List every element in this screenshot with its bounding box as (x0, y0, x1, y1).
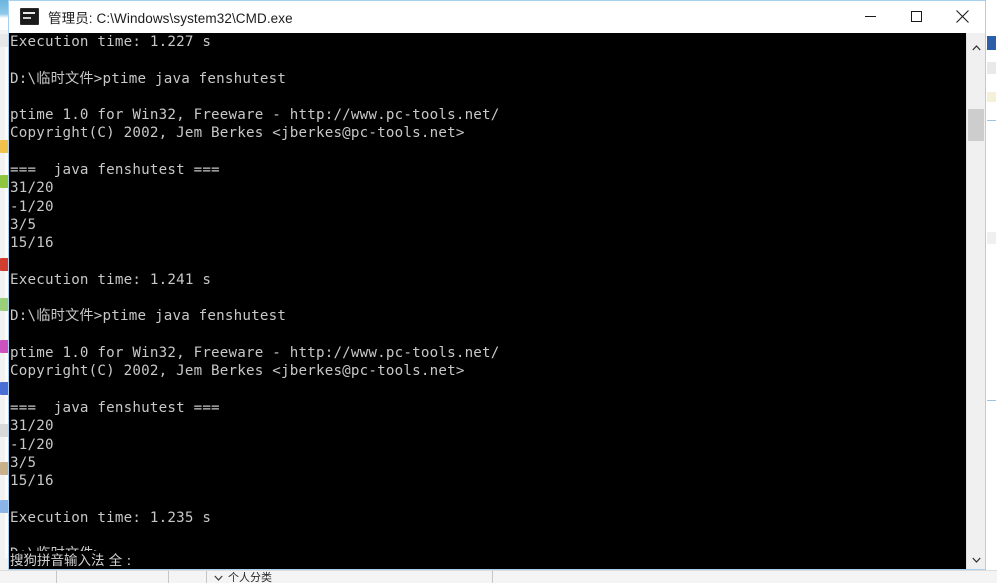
toolbar-separator (168, 571, 169, 583)
console-line: ptime 1.0 for Win32, Freeware - http://w… (10, 107, 500, 124)
console-line: 3/5 (10, 454, 37, 471)
chevron-down-icon[interactable] (214, 572, 223, 583)
ime-status-line: 搜狗拼音输入法 全 : (9, 551, 968, 569)
cmd-console-icon (20, 8, 39, 25)
console-line: ptime 1.0 for Win32, Freeware - http://w… (10, 345, 500, 362)
console-line: Copyright(C) 2002, Jem Berkes <jberkes@p… (10, 125, 465, 142)
console-line: Execution time: 1.241 s (10, 271, 212, 288)
toolbar-separator (56, 571, 57, 583)
console-line: 15/16 (10, 235, 54, 252)
console-line: Execution time: 1.227 s (10, 34, 212, 50)
console-line: Copyright(C) 2002, Jem Berkes <jberkes@p… (10, 363, 465, 380)
background-right-item (987, 62, 996, 74)
console-line: -1/20 (10, 198, 54, 215)
toolbar-label: 个人分类 (228, 571, 272, 583)
background-right-item (987, 92, 996, 102)
console-output-area[interactable]: Execution time: 1.227 s D:\临时文件>ptime jav… (9, 33, 985, 569)
console-line: 3/5 (10, 216, 37, 233)
console-line: 31/20 (10, 418, 54, 435)
console-line: D:\临时文件>ptime java fenshutest (10, 70, 287, 87)
background-right-item (987, 120, 996, 121)
chevron-up-icon[interactable] (967, 39, 985, 57)
window-title: 管理员: C:\Windows\system32\CMD.exe (48, 10, 293, 26)
bottom-toolbar[interactable]: 个人分类 (0, 570, 997, 583)
scrollbar-thumb[interactable] (968, 109, 984, 141)
console-text: Execution time: 1.227 s D:\临时文件>ptime jav… (9, 33, 967, 564)
background-right-item (987, 400, 996, 401)
minimize-button[interactable] (847, 1, 893, 32)
background-right-item (987, 36, 996, 50)
toolbar-separator (492, 571, 493, 583)
console-line: 15/16 (10, 473, 54, 490)
toolbar-separator (206, 571, 207, 583)
console-line: -1/20 (10, 436, 54, 453)
background-right-panel[interactable] (985, 0, 997, 583)
background-right-item (987, 232, 996, 244)
console-line: === java fenshutest === (10, 399, 220, 416)
window-controls (847, 1, 985, 32)
title-bar[interactable]: 管理员: C:\Windows\system32\CMD.exe (9, 1, 985, 33)
console-scrollbar[interactable] (966, 33, 985, 569)
screen-root: 管理员: C:\Windows\system32\CMD.exe Executi… (0, 0, 997, 583)
cmd-window[interactable]: 管理员: C:\Windows\system32\CMD.exe Executi… (8, 0, 986, 570)
console-line: 31/20 (10, 180, 54, 197)
close-button[interactable] (939, 1, 985, 32)
chevron-down-icon[interactable] (967, 551, 985, 569)
maximize-button[interactable] (893, 1, 939, 32)
console-line: === java fenshutest === (10, 162, 220, 179)
console-line: Execution time: 1.235 s (10, 509, 212, 526)
console-line: D:\临时文件>ptime java fenshutest (10, 308, 287, 325)
